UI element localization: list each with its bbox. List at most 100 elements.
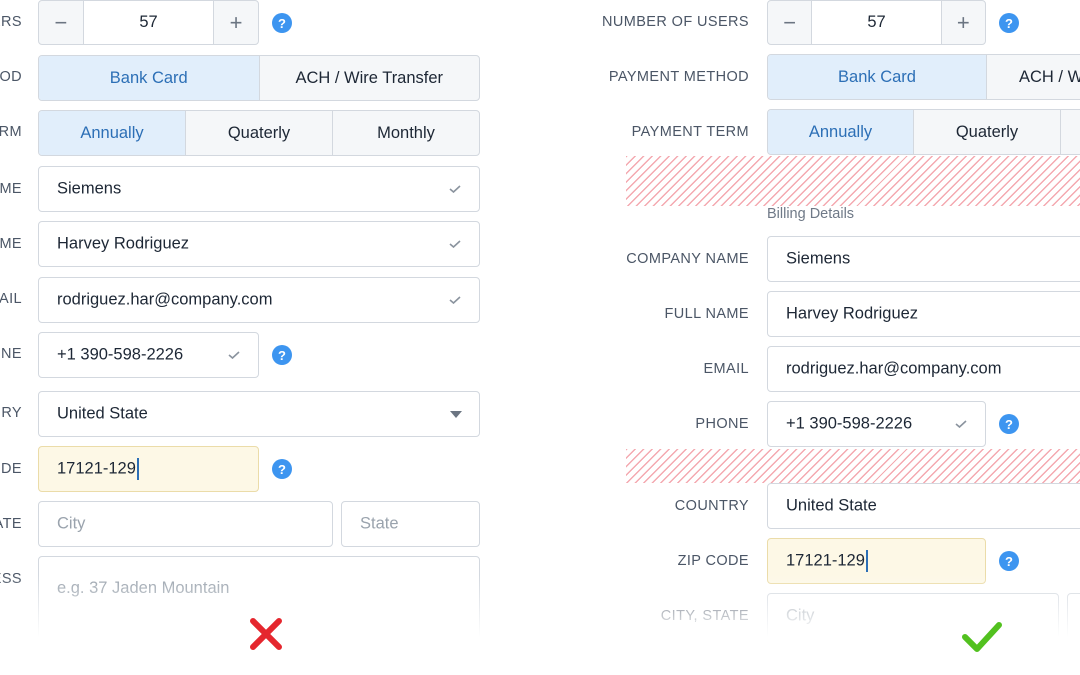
label-zip-code: DE: [1, 461, 22, 477]
country-value: United State: [57, 404, 148, 423]
option-ach-wire-transfer[interactable]: ACH / Wire Transfer: [258, 56, 480, 100]
users-count-value[interactable]: 57: [82, 1, 215, 44]
users-stepper[interactable]: − 57 +: [767, 0, 986, 45]
company-name-value: Siemens: [57, 179, 122, 198]
help-icon[interactable]: ?: [999, 551, 1019, 571]
label-payment-method: PAYMENT METHOD: [608, 69, 749, 85]
city-field[interactable]: City: [767, 593, 1059, 639]
label-payment-term: PAYMENT TERM: [631, 124, 749, 140]
label-number-of-users: NUMBER OF USERS: [602, 14, 749, 30]
state-placeholder: State: [360, 514, 399, 533]
zip-code-value: 17121-129: [57, 459, 136, 478]
payment-term-toggle[interactable]: Annually Quaterly Monthly: [38, 110, 480, 156]
zip-code-input-wrap: 17121-129: [57, 458, 139, 480]
email-value: rodriguez.har@company.com: [786, 359, 1002, 378]
decrement-button[interactable]: −: [39, 1, 83, 44]
country-select[interactable]: United State: [767, 483, 1080, 529]
label-full-name: ME: [0, 236, 22, 252]
users-count-value[interactable]: 57: [811, 1, 942, 44]
decrement-button[interactable]: −: [768, 1, 811, 44]
increment-button[interactable]: +: [214, 1, 258, 44]
zip-code-field[interactable]: 17121-129: [38, 446, 259, 492]
label-zip-code: ZIP CODE: [677, 553, 749, 569]
increment-button[interactable]: +: [942, 1, 985, 44]
payment-method-toggle[interactable]: Bank Card ACH / Wire Transfer: [38, 55, 480, 101]
check-icon: [228, 351, 240, 359]
phone-value: +1 390-598-2226: [786, 414, 913, 433]
address-placeholder: e.g. 37 Jaden Mountain: [57, 579, 230, 597]
label-company-name: ME: [0, 181, 22, 197]
bad-example-panel: USERS OD RM ME ME AIL NE RY DE ATE ESS −…: [0, 0, 540, 675]
phone-field[interactable]: +1 390-598-2226: [767, 401, 986, 447]
option-ach-wire-transfer[interactable]: ACH / W: [986, 55, 1080, 99]
city-field[interactable]: City: [38, 501, 333, 547]
option-more[interactable]: [1060, 110, 1080, 154]
dropdown-arrow-icon: [450, 411, 462, 418]
help-icon[interactable]: ?: [272, 345, 292, 365]
label-city-state: ATE: [0, 516, 22, 532]
company-name-field[interactable]: Siemens: [767, 236, 1080, 282]
zip-code-value: 17121-129: [786, 551, 865, 570]
red-x-icon: [250, 618, 282, 650]
full-name-field[interactable]: Harvey Rodriguez: [38, 221, 480, 267]
city-placeholder: City: [786, 606, 815, 625]
payment-term-toggle[interactable]: Annually Quaterly: [767, 109, 1080, 155]
company-name-field[interactable]: Siemens: [38, 166, 480, 212]
label-email: EMAIL: [703, 361, 749, 377]
label-country: COUNTRY: [674, 498, 749, 514]
option-bank-card[interactable]: Bank Card: [768, 55, 986, 99]
city-placeholder: City: [57, 514, 86, 533]
option-annually[interactable]: Annually: [39, 111, 185, 155]
label-full-name: FULL NAME: [664, 306, 749, 322]
phone-field[interactable]: +1 390-598-2226: [38, 332, 259, 378]
phone-value: +1 390-598-2226: [57, 345, 184, 364]
option-monthly[interactable]: Monthly: [332, 111, 479, 155]
spacing-highlight-top: [626, 156, 1080, 206]
right-label-column: NUMBER OF USERS PAYMENT METHOD PAYMENT T…: [540, 0, 749, 675]
option-quaterly[interactable]: Quaterly: [913, 110, 1060, 154]
option-quaterly[interactable]: Quaterly: [185, 111, 332, 155]
email-value: rodriguez.har@company.com: [57, 290, 273, 309]
payment-method-toggle[interactable]: Bank Card ACH / W: [767, 54, 1080, 100]
label-city-state: CITY, STATE: [660, 608, 749, 624]
text-cursor: [865, 550, 868, 572]
label-address: ESS: [0, 571, 22, 587]
full-name-value: Harvey Rodriguez: [786, 304, 919, 323]
good-example-panel: NUMBER OF USERS PAYMENT METHOD PAYMENT T…: [540, 0, 1080, 675]
section-heading-billing-details: Billing Details: [767, 206, 855, 222]
check-icon: [449, 185, 461, 193]
label-payment-method: OD: [0, 69, 22, 85]
check-icon: [955, 420, 967, 428]
country-select[interactable]: United State: [38, 391, 480, 437]
green-check-icon: [962, 622, 1002, 652]
help-icon[interactable]: ?: [999, 13, 1019, 33]
label-company-name: COMPANY NAME: [626, 251, 749, 267]
spacing-highlight-bottom: [626, 449, 1080, 483]
text-cursor: [136, 458, 139, 480]
zip-code-input-wrap: 17121-129: [786, 550, 868, 572]
option-annually[interactable]: Annually: [768, 110, 913, 154]
help-icon[interactable]: ?: [999, 414, 1019, 434]
label-phone: PHONE: [695, 416, 749, 432]
full-name-field[interactable]: Harvey Rodriguez: [767, 291, 1080, 337]
country-value: United State: [786, 496, 877, 515]
state-field[interactable]: [1067, 593, 1080, 639]
email-field[interactable]: rodriguez.har@company.com: [767, 346, 1080, 392]
zip-code-field[interactable]: 17121-129: [767, 538, 986, 584]
left-label-column: USERS OD RM ME ME AIL NE RY DE ATE ESS: [0, 0, 22, 675]
check-icon: [449, 240, 461, 248]
help-icon[interactable]: ?: [272, 459, 292, 479]
label-payment-term: RM: [0, 124, 22, 140]
label-phone: NE: [1, 346, 22, 362]
label-number-of-users: USERS: [0, 14, 22, 30]
label-email: AIL: [0, 291, 22, 307]
full-name-value: Harvey Rodriguez: [57, 234, 190, 253]
company-name-value: Siemens: [786, 249, 851, 268]
option-bank-card[interactable]: Bank Card: [39, 56, 259, 100]
email-field[interactable]: rodriguez.har@company.com: [38, 277, 480, 323]
check-icon: [449, 296, 461, 304]
users-stepper[interactable]: − 57 +: [38, 0, 259, 45]
state-field[interactable]: State: [341, 501, 480, 547]
label-country: RY: [1, 405, 22, 421]
help-icon[interactable]: ?: [272, 13, 292, 33]
